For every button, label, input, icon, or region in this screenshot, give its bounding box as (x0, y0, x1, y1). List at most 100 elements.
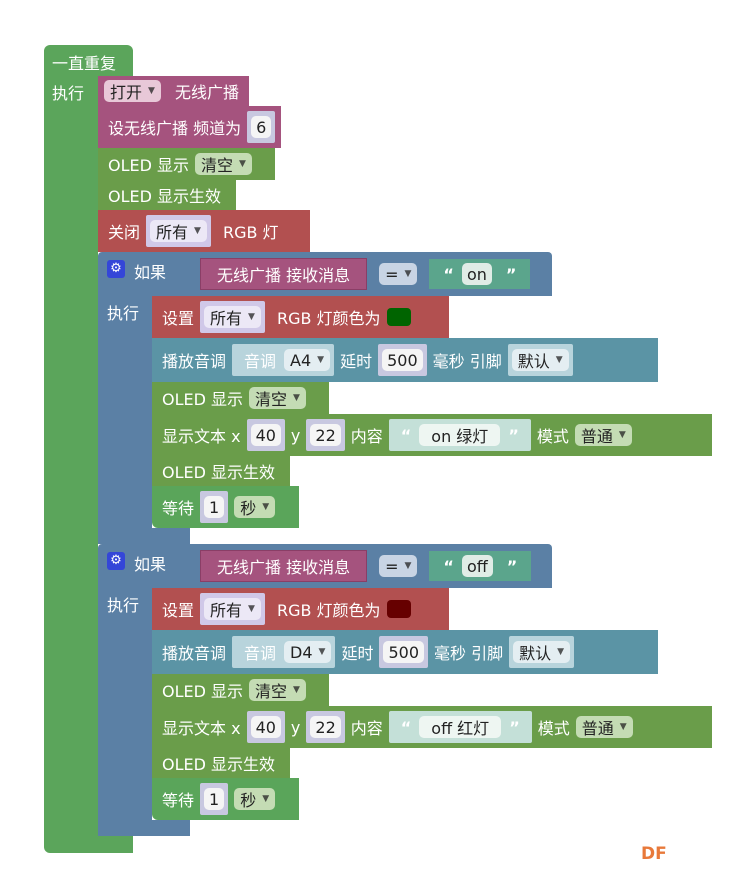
play-tone-block[interactable]: 播放音调 音调 A4 ▼ 延时 500 毫秒 引脚 默认 ▼ (152, 338, 658, 382)
play-tone-label: 播放音调 (162, 644, 227, 663)
note-dropdown[interactable]: D4 ▼ (284, 641, 332, 663)
mode-value: 普通 (580, 427, 613, 446)
content-input[interactable]: on 绿灯 (419, 424, 501, 446)
gear-icon[interactable]: ⚙ (107, 552, 125, 570)
dropdown-arrow-icon: ▼ (619, 722, 627, 732)
y-input[interactable]: 22 (310, 716, 341, 738)
wait-block[interactable]: 等待 1 秒 ▼ (152, 486, 299, 528)
oled-clear-dropdown[interactable]: 清空 ▼ (195, 153, 252, 175)
mode-value: 普通 (581, 719, 614, 738)
set-rgb-color-block[interactable]: 设置 所有 ▼ RGB 灯颜色为 (152, 296, 449, 338)
forever-loop-bottom (44, 835, 133, 853)
oled-show-block[interactable]: OLED 显示生效 (152, 456, 290, 486)
pin-dropdown[interactable]: 默认 ▼ (511, 349, 569, 371)
wait-unit-dropdown[interactable]: 秒 ▼ (234, 788, 276, 810)
content-label: 内容 (350, 427, 383, 446)
content-socket: “ on 绿灯 ” (388, 419, 531, 451)
oled-clear-block[interactable]: OLED 显示 清空 ▼ (152, 674, 329, 706)
compare-op-value: = (385, 556, 399, 576)
x-input[interactable]: 40 (250, 424, 281, 446)
oled-clear-block[interactable]: OLED 显示 清空 ▼ (152, 382, 329, 414)
color-picker-swatch[interactable] (386, 600, 411, 618)
x-socket: 40 (246, 419, 285, 451)
compare-op-value: = (385, 264, 399, 284)
tone-label: 音调 (244, 644, 277, 663)
radio-receive-block[interactable]: 无线广播 接收消息 (200, 550, 368, 582)
text-literal-input[interactable]: off (461, 555, 493, 577)
oled-show-block[interactable]: OLED 显示生效 (152, 748, 290, 778)
rgb-which-dropdown[interactable]: 所有 ▼ (204, 598, 261, 620)
oled-clear-dropdown[interactable]: 清空 ▼ (249, 387, 306, 409)
rgb-which-dropdown[interactable]: 所有 ▼ (204, 306, 261, 328)
wait-block[interactable]: 等待 1 秒 ▼ (152, 778, 299, 820)
dropdown-arrow-icon: ▼ (248, 312, 255, 322)
ms-pin-label: 毫秒 引脚 (432, 352, 502, 371)
delay-socket: 500 (379, 636, 429, 668)
wait-label: 等待 (162, 499, 195, 518)
oled-display-label: OLED 显示 (162, 390, 244, 409)
radio-channel-block[interactable]: 设无线广播 频道为 6 (98, 106, 282, 148)
radio-receive-block[interactable]: 无线广播 接收消息 (200, 258, 368, 290)
text-literal-block[interactable]: “ on ” (429, 259, 531, 289)
forever-loop-do-label: 执行 (52, 84, 85, 103)
wait-unit-dropdown[interactable]: 秒 ▼ (234, 496, 276, 518)
dropdown-arrow-icon: ▼ (555, 355, 563, 365)
wait-input[interactable]: 1 (204, 788, 225, 810)
content-socket: “ off 红灯 ” (388, 711, 532, 743)
if-condition-2: 无线广播 接收消息 = ▼ “ off ” (200, 549, 537, 583)
pin-socket: 默认 ▼ (507, 344, 573, 376)
oled-text-block[interactable]: 显示文本 x 40 y 22 内容 “ on 绿灯 ” 模式 普通 ▼ (152, 414, 712, 456)
close-quote-icon: ” (509, 717, 520, 737)
y-input[interactable]: 22 (310, 424, 341, 446)
delay-input[interactable]: 500 (382, 349, 423, 371)
color-picker-swatch[interactable] (386, 308, 411, 326)
x-input[interactable]: 40 (250, 716, 281, 738)
wait-unit-value: 秒 (240, 499, 257, 518)
compare-op-dropdown[interactable]: = ▼ (379, 555, 418, 577)
text-x-label: 显示文本 x (162, 719, 241, 738)
play-tone-block[interactable]: 播放音调 音调 D4 ▼ 延时 500 毫秒 引脚 默认 ▼ (152, 630, 658, 674)
rgb-color-label: RGB 灯颜色为 (276, 601, 381, 620)
mode-dropdown[interactable]: 普通 ▼ (574, 424, 632, 446)
oled-clear-block[interactable]: OLED 显示 清空 ▼ (98, 148, 275, 180)
rgb-which-dropdown[interactable]: 所有 ▼ (150, 220, 207, 242)
channel-socket: 6 (247, 111, 276, 143)
text-literal-input[interactable]: on (461, 263, 492, 285)
set-rgb-color-block[interactable]: 设置 所有 ▼ RGB 灯颜色为 (152, 588, 449, 630)
tone-label: 音调 (244, 352, 277, 371)
mode-label: 模式 (536, 427, 569, 446)
gear-icon[interactable]: ⚙ (107, 260, 125, 278)
dropdown-arrow-icon: ▼ (293, 393, 300, 403)
oled-clear-value: 清空 (201, 156, 234, 175)
delay-label: 延时 (341, 644, 374, 663)
wait-unit-value: 秒 (240, 791, 257, 810)
close-quote-icon: ” (505, 264, 517, 284)
mode-dropdown[interactable]: 普通 ▼ (575, 716, 633, 738)
dropdown-arrow-icon: ▼ (194, 226, 201, 236)
y-socket: 22 (306, 419, 345, 451)
open-quote-icon: “ (443, 264, 454, 284)
radio-channel-label: 设无线广播 频道为 (108, 119, 242, 138)
channel-input[interactable]: 6 (251, 116, 272, 138)
close-quote-icon: ” (506, 556, 518, 576)
delay-label: 延时 (340, 352, 373, 371)
radio-onoff-value: 打开 (110, 83, 143, 102)
content-input[interactable]: off 红灯 (419, 716, 502, 738)
oled-clear-dropdown[interactable]: 清空 ▼ (249, 679, 306, 701)
dropdown-arrow-icon: ▼ (317, 355, 325, 365)
rgb-off-label: 关闭 (108, 223, 141, 242)
rgb-off-block[interactable]: 关闭 所有 ▼ RGB 灯 (98, 210, 310, 252)
dropdown-arrow-icon: ▼ (239, 159, 246, 169)
wait-input[interactable]: 1 (204, 496, 225, 518)
note-dropdown[interactable]: A4 ▼ (284, 349, 331, 371)
text-literal-block[interactable]: “ off ” (429, 551, 532, 581)
rgb-which-value: 所有 (210, 601, 243, 620)
content-label: 内容 (350, 719, 383, 738)
oled-text-block[interactable]: 显示文本 x 40 y 22 内容 “ off 红灯 ” 模式 普通 ▼ (152, 706, 712, 748)
compare-op-dropdown[interactable]: = ▼ (379, 263, 418, 285)
radio-onoff-dropdown[interactable]: 打开 ▼ (104, 80, 161, 102)
radio-onoff-block[interactable]: 打开 ▼ 无线广播 (98, 76, 249, 106)
oled-show-block[interactable]: OLED 显示生效 (98, 180, 236, 210)
delay-input[interactable]: 500 (383, 641, 425, 663)
pin-dropdown[interactable]: 默认 ▼ (513, 641, 571, 663)
